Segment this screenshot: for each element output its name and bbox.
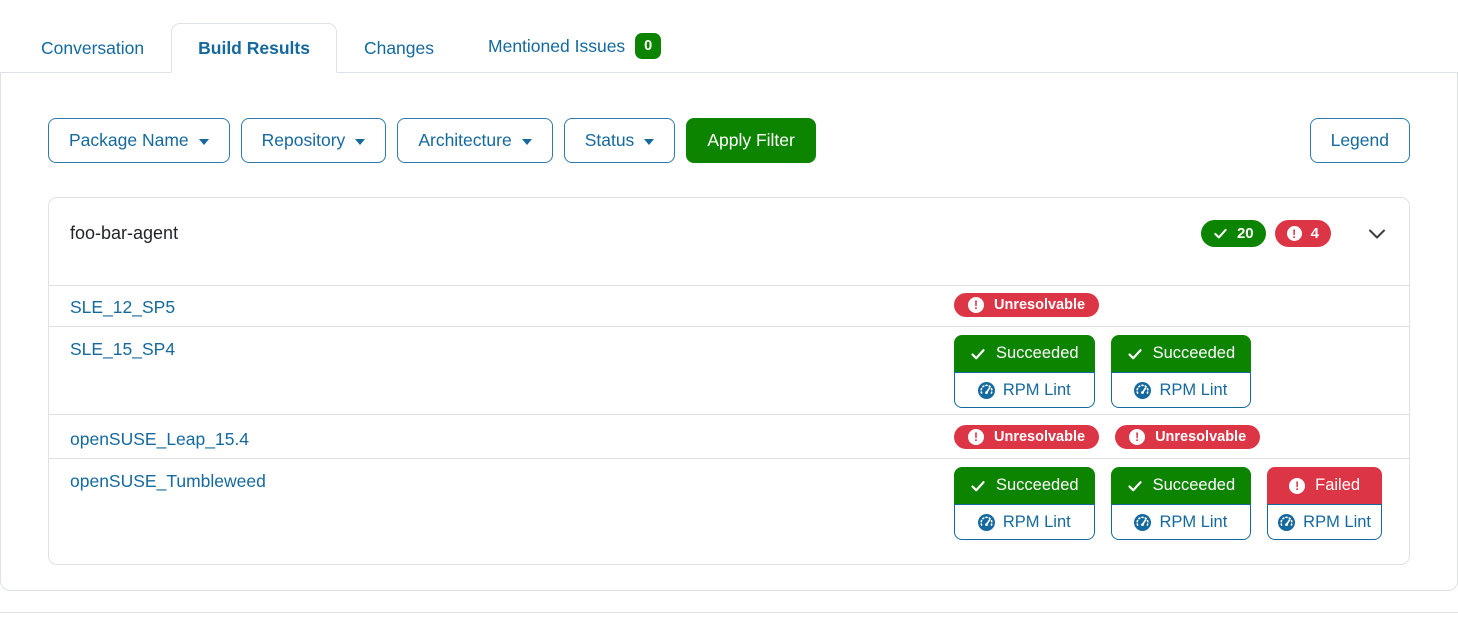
repository-filter-label: Repository <box>262 132 346 150</box>
status-succeeded-link[interactable]: Succeeded <box>1111 335 1252 372</box>
build-result-group: Succeeded RPM Lint <box>1111 335 1252 408</box>
tab-build-results[interactable]: Build Results <box>171 23 337 73</box>
package-build-results-card: foo-bar-agent 20 4 SLE_12_SP5 <box>48 197 1410 565</box>
tachometer-icon <box>978 382 995 399</box>
row-results: Succeeded RPM Lint Succeeded RPM Lint <box>954 335 1394 408</box>
caret-down-icon <box>522 139 532 145</box>
status-filter-dropdown[interactable]: Status <box>564 118 676 163</box>
check-icon <box>1127 478 1143 494</box>
mentioned-issues-count-badge: 0 <box>635 33 661 59</box>
status-badge-unresolvable[interactable]: Unresolvable <box>954 425 1099 449</box>
build-result-group: Failed RPM Lint <box>1267 467 1382 540</box>
filter-toolbar: Package Name Repository Architecture Sta… <box>48 118 1410 163</box>
caret-down-icon <box>355 139 365 145</box>
package-name-filter-dropdown[interactable]: Package Name <box>48 118 230 163</box>
status-label: Succeeded <box>996 344 1079 363</box>
rpm-lint-label: RPM Lint <box>1159 381 1227 400</box>
card-header: foo-bar-agent 20 4 <box>49 198 1409 285</box>
succeeded-count: 20 <box>1237 224 1254 243</box>
repository-filter-dropdown[interactable]: Repository <box>241 118 387 163</box>
repository-link[interactable]: SLE_12_SP5 <box>70 293 954 319</box>
bottom-divider <box>0 612 1458 613</box>
succeeded-count-badge: 20 <box>1201 220 1266 247</box>
status-label: Unresolvable <box>1155 429 1246 445</box>
build-result-group: Succeeded RPM Lint <box>954 467 1095 540</box>
rpm-lint-label: RPM Lint <box>1159 513 1227 532</box>
status-succeeded-link[interactable]: Succeeded <box>1111 467 1252 504</box>
repository-link[interactable]: SLE_15_SP4 <box>70 335 954 361</box>
failed-count-badge: 4 <box>1275 220 1331 247</box>
table-row: openSUSE_Tumbleweed Succeeded RPM Lint <box>49 458 1409 564</box>
exclamation-circle-icon <box>1287 226 1302 241</box>
row-results: Unresolvable Unresolvable <box>954 425 1394 449</box>
tachometer-icon <box>1278 514 1295 531</box>
status-filter-label: Status <box>585 132 635 150</box>
rpm-lint-button[interactable]: RPM Lint <box>1111 372 1252 408</box>
check-icon <box>970 346 986 362</box>
table-row: openSUSE_Leap_15.4 Unresolvable Unresolv… <box>49 414 1409 458</box>
caret-down-icon <box>644 139 654 145</box>
status-badge-unresolvable[interactable]: Unresolvable <box>1115 425 1260 449</box>
check-icon <box>1213 226 1228 241</box>
tachometer-icon <box>1134 514 1151 531</box>
repository-link[interactable]: openSUSE_Tumbleweed <box>70 467 954 493</box>
rpm-lint-button[interactable]: RPM Lint <box>954 504 1095 540</box>
status-failed-link[interactable]: Failed <box>1267 467 1382 504</box>
status-succeeded-link[interactable]: Succeeded <box>954 335 1095 372</box>
rpm-lint-button[interactable]: RPM Lint <box>1267 504 1382 540</box>
check-icon <box>970 478 986 494</box>
status-label: Succeeded <box>1153 344 1236 363</box>
caret-down-icon <box>199 139 209 145</box>
chevron-down-icon[interactable] <box>1364 221 1390 247</box>
tachometer-icon <box>1134 382 1151 399</box>
exclamation-circle-icon <box>1129 429 1145 445</box>
rpm-lint-label: RPM Lint <box>1303 513 1371 532</box>
status-badge-unresolvable[interactable]: Unresolvable <box>954 293 1099 317</box>
exclamation-circle-icon <box>1289 478 1305 494</box>
package-name: foo-bar-agent <box>70 220 178 246</box>
status-label: Unresolvable <box>994 429 1085 445</box>
repository-link[interactable]: openSUSE_Leap_15.4 <box>70 425 954 451</box>
rpm-lint-label: RPM Lint <box>1003 381 1071 400</box>
rpm-lint-button[interactable]: RPM Lint <box>954 372 1095 408</box>
tab-changes[interactable]: Changes <box>337 23 461 73</box>
exclamation-circle-icon <box>968 429 984 445</box>
exclamation-circle-icon <box>968 297 984 313</box>
build-result-group: Succeeded RPM Lint <box>954 335 1095 408</box>
check-icon <box>1127 346 1143 362</box>
legend-button[interactable]: Legend <box>1310 118 1410 163</box>
build-result-group: Succeeded RPM Lint <box>1111 467 1252 540</box>
tab-mentioned-issues-label: Mentioned Issues <box>488 35 625 57</box>
row-results: Unresolvable <box>954 293 1394 317</box>
table-row: SLE_12_SP5 Unresolvable <box>49 285 1409 326</box>
rpm-lint-button[interactable]: RPM Lint <box>1111 504 1252 540</box>
tab-mentioned-issues[interactable]: Mentioned Issues 0 <box>461 19 688 73</box>
architecture-filter-dropdown[interactable]: Architecture <box>397 118 552 163</box>
header-summary: 20 4 <box>1201 220 1390 247</box>
package-name-filter-label: Package Name <box>69 132 189 150</box>
table-row: SLE_15_SP4 Succeeded RPM Lint Succee <box>49 326 1409 414</box>
rpm-lint-label: RPM Lint <box>1003 513 1071 532</box>
status-label: Unresolvable <box>994 297 1085 313</box>
apply-filter-button[interactable]: Apply Filter <box>686 118 816 163</box>
tab-conversation[interactable]: Conversation <box>14 23 171 73</box>
build-results-panel: Package Name Repository Architecture Sta… <box>0 73 1458 591</box>
tachometer-icon <box>978 514 995 531</box>
tab-bar: Conversation Build Results Changes Menti… <box>0 0 1458 73</box>
row-results: Succeeded RPM Lint Succeeded RPM Lint <box>954 467 1394 540</box>
failed-count: 4 <box>1311 224 1319 243</box>
architecture-filter-label: Architecture <box>418 132 511 150</box>
status-label: Failed <box>1315 476 1360 495</box>
status-label: Succeeded <box>996 476 1079 495</box>
status-succeeded-link[interactable]: Succeeded <box>954 467 1095 504</box>
status-label: Succeeded <box>1153 476 1236 495</box>
